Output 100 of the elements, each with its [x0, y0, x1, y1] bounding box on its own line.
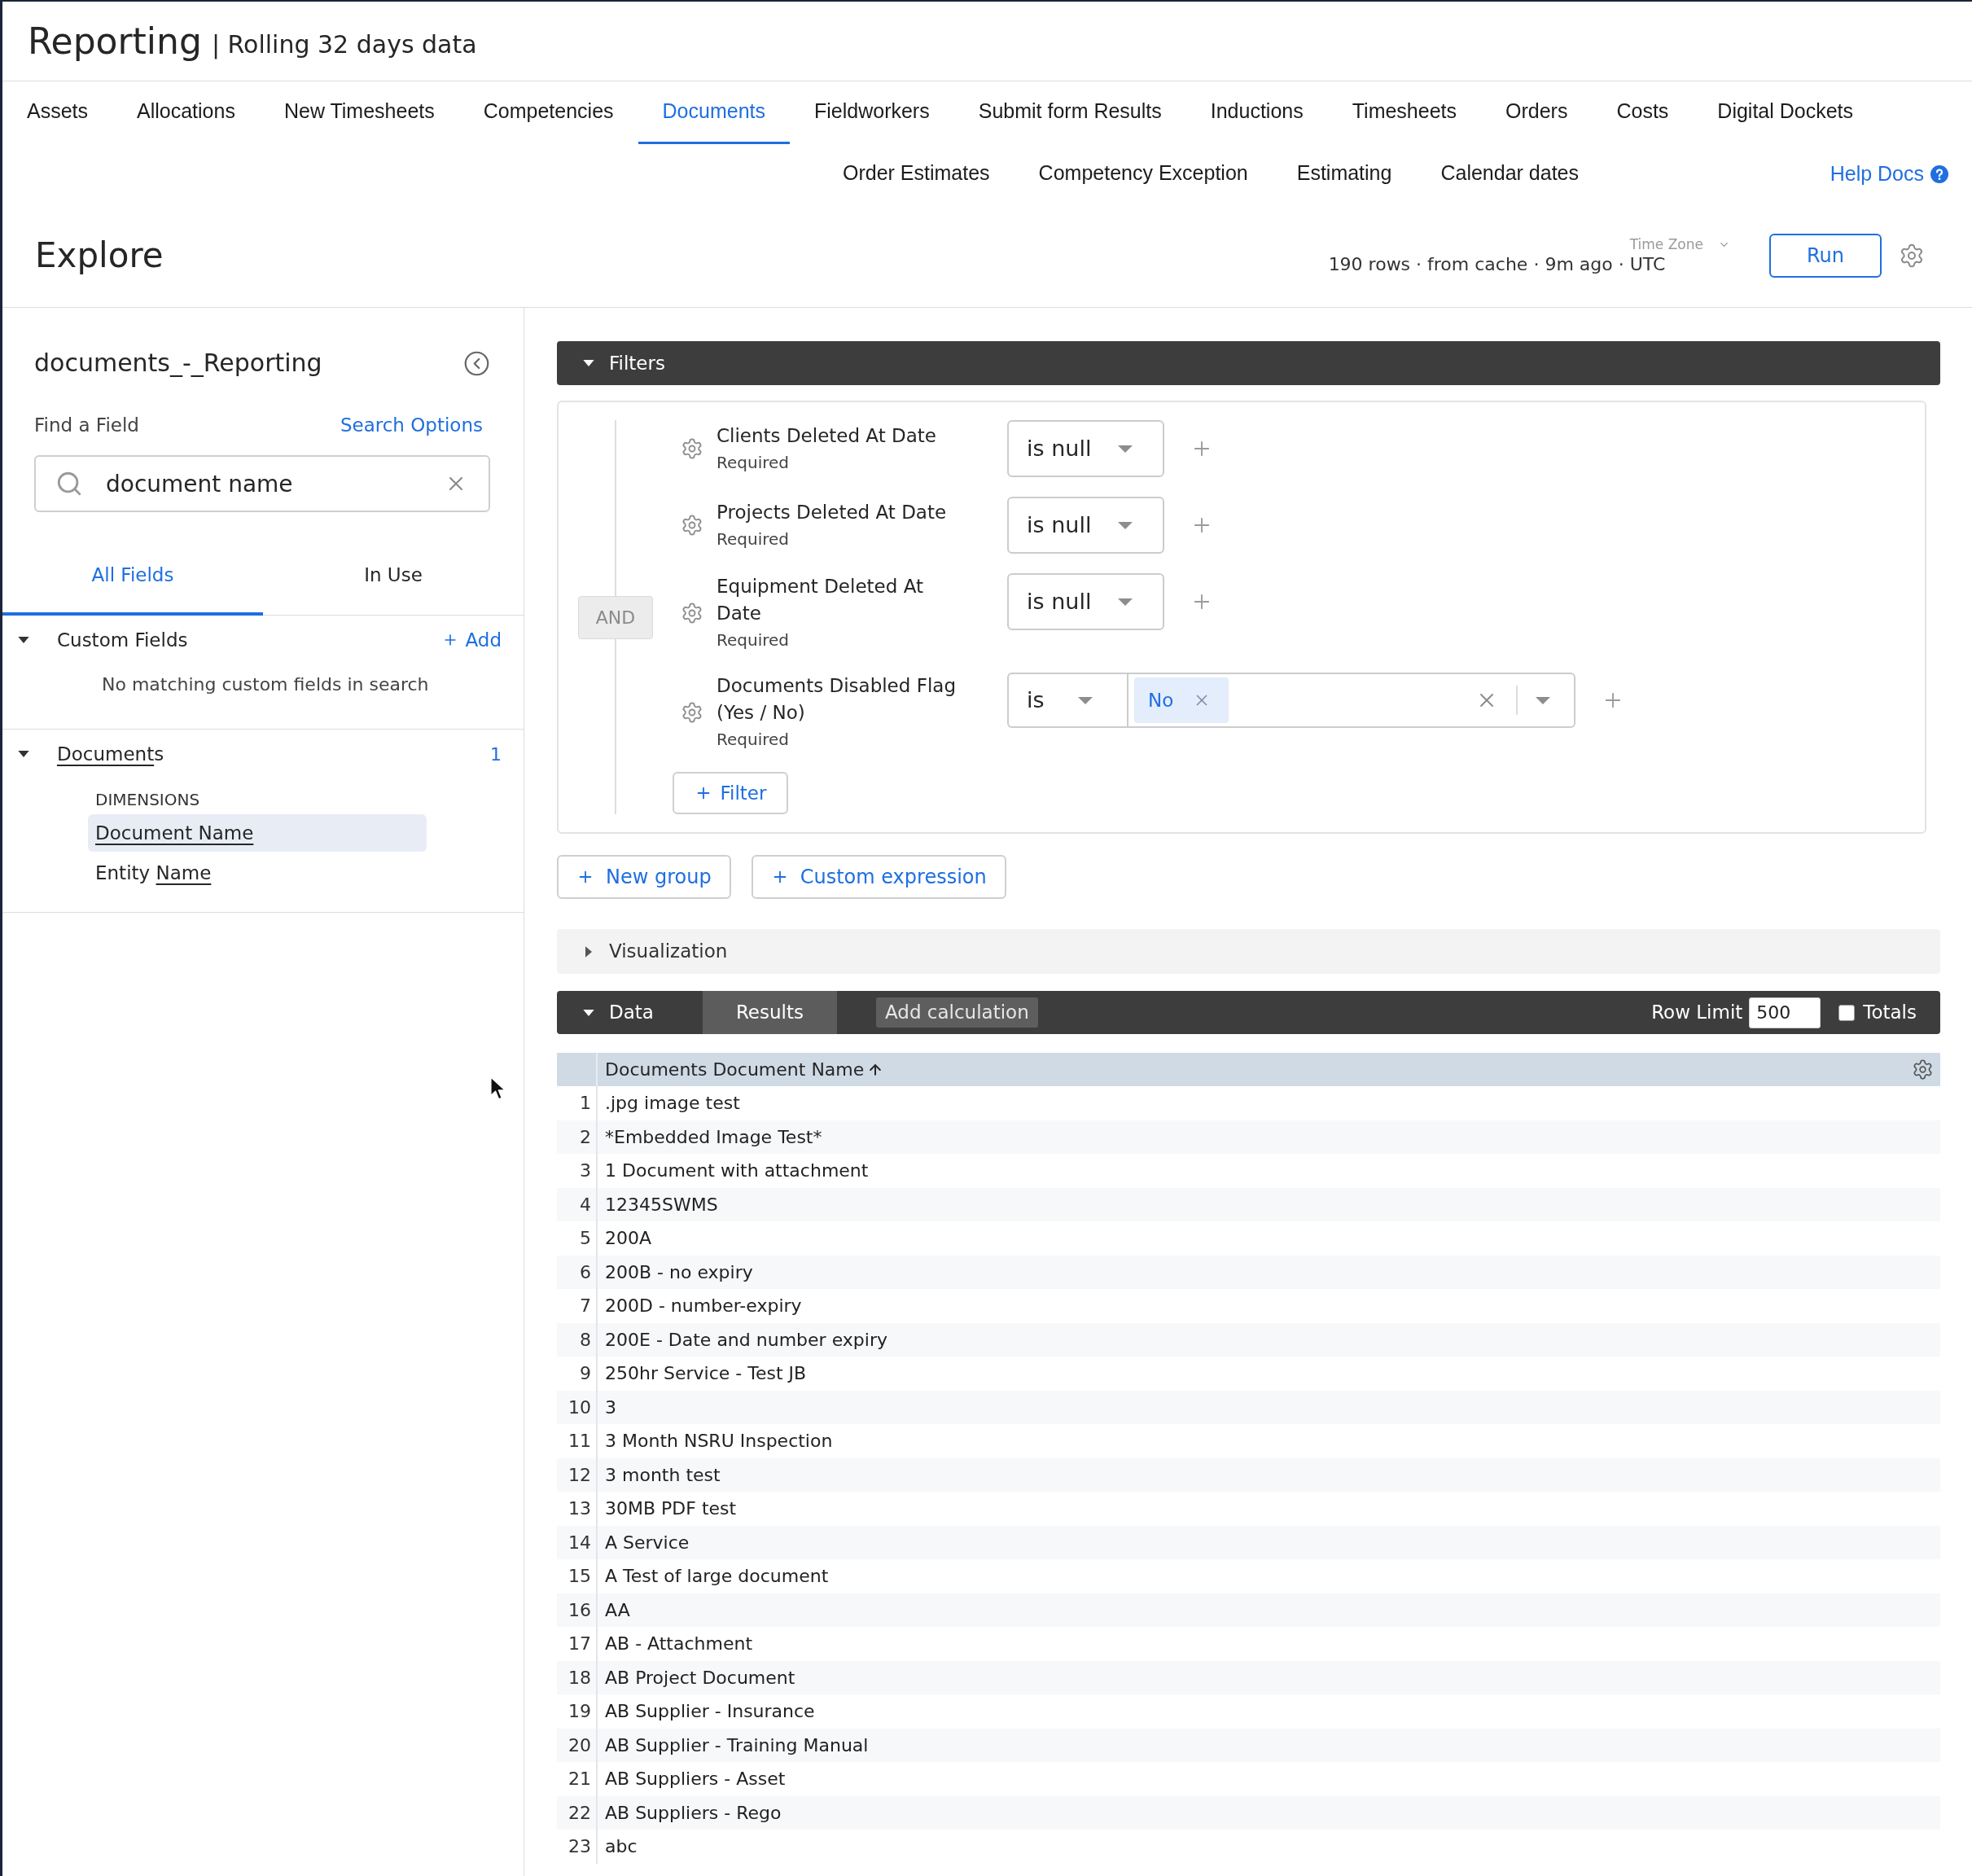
value-chip[interactable]: No [1134, 677, 1229, 723]
table-cell: 12345SWMS [598, 1187, 1940, 1221]
gear-icon[interactable] [681, 701, 703, 724]
group-heading: DIMENSIONS [94, 789, 201, 810]
visualization-toggle[interactable]: Visualization [557, 929, 1940, 974]
caret-icon[interactable] [585, 945, 592, 958]
totals-checkbox[interactable] [1838, 1004, 1856, 1021]
caret-icon [1078, 696, 1093, 704]
field-item[interactable]: Entity Name [88, 854, 427, 892]
gear-icon[interactable] [681, 602, 703, 625]
value-field[interactable]: No [1127, 673, 1575, 728]
filter-action-button[interactable]: Custom expression [751, 855, 1006, 899]
empty-message: No matching custom fields in search [101, 673, 430, 696]
table-cell: AB Suppliers - Rego [598, 1795, 1940, 1830]
nav-tab[interactable]: New Timesheets [259, 81, 459, 144]
nav-tab[interactable]: Competency Exception [1014, 144, 1273, 204]
operator-select[interactable]: is [1007, 673, 1127, 728]
field-item[interactable]: Document Name [88, 814, 427, 852]
filter-field-label: Documents Disabled Flag (Yes / No) [716, 674, 957, 725]
operator-select[interactable]: is null [1007, 497, 1164, 554]
caret-icon[interactable] [18, 751, 29, 757]
circle-chevron-icon[interactable] [463, 349, 490, 377]
filters-toggle[interactable]: Filters [557, 341, 1940, 385]
caret-icon [1118, 598, 1133, 606]
row-number: 4 [557, 1187, 598, 1221]
nav-tab[interactable]: Digital Dockets [1693, 81, 1878, 144]
nav-tab[interactable]: Documents [638, 81, 790, 144]
nav-tab[interactable]: Timesheets [1327, 81, 1482, 144]
required-note: Required [716, 629, 790, 651]
required-note: Required [716, 528, 790, 550]
row-number: 14 [557, 1525, 598, 1559]
help-docs-link[interactable]: Help Docs [1830, 144, 1948, 204]
caret-icon[interactable] [583, 360, 594, 366]
row-number: 6 [557, 1255, 598, 1289]
add-link[interactable]: Add [442, 625, 502, 655]
page-subtitle: | Rolling 32 days data [211, 28, 477, 61]
explore-title: Explore [35, 234, 164, 277]
caret-icon [1536, 696, 1550, 704]
row-limit-label: Row Limit [1651, 1001, 1743, 1025]
nav-tab[interactable]: Inductions [1185, 81, 1328, 144]
caret-icon [1118, 445, 1133, 453]
add-calculation-button[interactable]: Add calculation [876, 997, 1038, 1028]
run-button[interactable]: Run [1769, 234, 1882, 278]
section-title[interactable]: Custom Fields [57, 628, 188, 652]
data-toggle[interactable]: Data [557, 991, 654, 1034]
nav-tab[interactable]: Costs [1592, 81, 1694, 144]
filter-field-label: Projects Deleted At Date [716, 500, 948, 524]
filter-field-label: Equipment Deleted At Date [716, 575, 924, 625]
time-zone-select[interactable]: Time Zone UTC [1629, 235, 1730, 276]
help-icon [1930, 165, 1948, 183]
nav-tab[interactable]: Calendar dates [1416, 144, 1603, 204]
section-title[interactable]: Documents [57, 742, 164, 766]
caret-icon [1118, 521, 1133, 529]
search-field[interactable]: document name [34, 455, 490, 512]
results-tab[interactable]: Results [702, 991, 837, 1034]
add-filter-button[interactable]: Filter [673, 772, 788, 814]
find-field-label: Find a Field [34, 414, 139, 437]
explore-name: documents_-_Reporting [34, 348, 322, 379]
table-cell: AB Project Document [598, 1660, 1940, 1694]
cursor-icon [490, 1076, 506, 1101]
filter-action-button[interactable]: New group [557, 855, 731, 899]
nav-tab[interactable]: Fieldworkers [790, 81, 954, 144]
row-limit-field[interactable]: 500 [1749, 997, 1821, 1028]
operator-select[interactable]: is null [1007, 573, 1164, 630]
nav-tab[interactable]: Submit form Results [953, 81, 1186, 144]
settings-icon[interactable] [1899, 243, 1925, 269]
table-cell: *Embedded Image Test* [598, 1120, 1940, 1154]
table-cell: 3 month test [598, 1457, 1940, 1492]
totals-label: Totals [1863, 1001, 1917, 1025]
nav-tab[interactable]: Estimating [1272, 144, 1417, 204]
filter-field-label: Clients Deleted At Date [716, 423, 937, 448]
field-count: 1 [490, 743, 502, 766]
caret-icon[interactable] [583, 1009, 594, 1016]
nav-tab[interactable]: Orders [1481, 81, 1593, 144]
row-number: 18 [557, 1660, 598, 1694]
table-cell: AA [598, 1593, 1940, 1627]
gear-icon[interactable] [681, 437, 703, 460]
nav-tab[interactable]: Allocations [112, 81, 260, 144]
nav-tab[interactable]: Assets [2, 81, 113, 144]
search-options-link[interactable]: Search Options [340, 413, 483, 437]
table-cell: 200E - Date and number expiry [598, 1322, 1940, 1357]
field-tab[interactable]: In Use [263, 537, 524, 616]
required-note: Required [716, 729, 790, 751]
row-number: 20 [557, 1728, 598, 1762]
nav-tab[interactable]: Competencies [458, 81, 638, 144]
row-number: 10 [557, 1390, 598, 1424]
row-number: 12 [557, 1457, 598, 1492]
column-header[interactable]: Documents Document Name [605, 1056, 884, 1083]
page-title: Reporting [28, 19, 202, 64]
gear-icon[interactable] [681, 514, 703, 537]
table-cell: 200B - no expiry [598, 1255, 1940, 1289]
table-cell: A Service [598, 1525, 1940, 1559]
settings-icon[interactable] [1912, 1059, 1934, 1080]
row-number: 22 [557, 1795, 598, 1830]
search-icon [55, 470, 83, 497]
field-tab[interactable]: All Fields [2, 537, 263, 616]
nav-tab[interactable]: Order Estimates [818, 144, 1014, 204]
row-number: 8 [557, 1322, 598, 1357]
caret-icon[interactable] [18, 637, 29, 643]
operator-select[interactable]: is null [1007, 420, 1164, 477]
